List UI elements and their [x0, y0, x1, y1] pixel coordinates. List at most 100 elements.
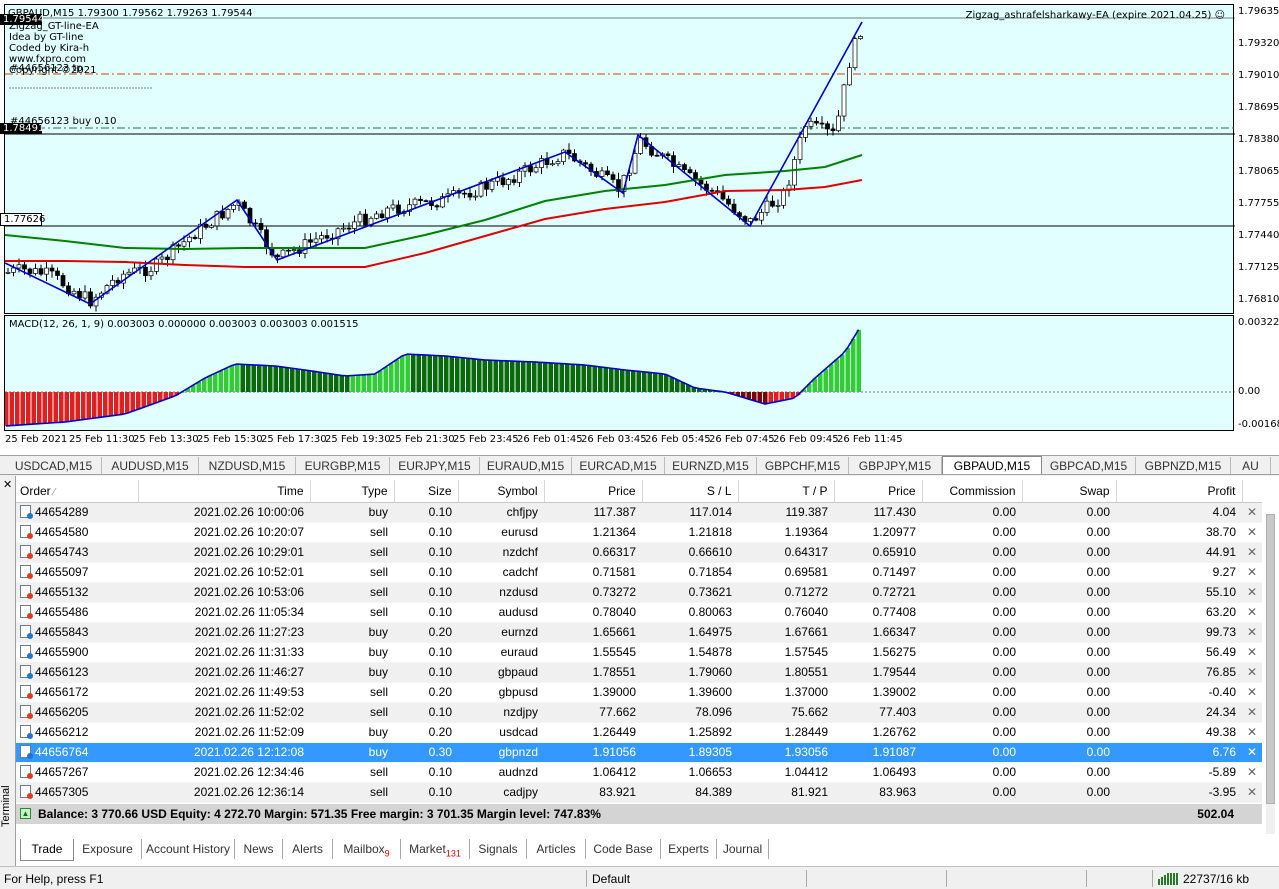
chart-tab-audusd-m15[interactable]: AUDUSD,M15: [102, 457, 199, 474]
table-row[interactable]: 44654289 2021.02.26 10:00:06 buy 0.10 chfjpy…: [16, 502, 1262, 523]
column-header[interactable]: Price: [834, 480, 923, 503]
table-scrollbar[interactable]: [1266, 514, 1275, 834]
cell-profit: 4.04: [1116, 502, 1242, 523]
cell-type: buy: [310, 502, 394, 523]
table-row[interactable]: 44655097 2021.02.26 10:52:01 sell 0.10 cadch…: [16, 562, 1262, 583]
scrollbar-thumb[interactable]: [1266, 514, 1275, 804]
terminal-tab-code-base[interactable]: Code Base: [586, 839, 661, 859]
terminal-tab-mailbox[interactable]: Mailbox9: [333, 839, 401, 859]
time-axis-label: 26 Feb 09:45: [773, 434, 839, 445]
chart-tab-gbpjpy-m15[interactable]: GBPJPY,M15: [849, 457, 942, 474]
close-order-icon[interactable]: ✕: [1242, 622, 1262, 643]
chart-tab-gbpcad-m15[interactable]: GBPCAD,M15: [1042, 457, 1136, 474]
ea-info-line: Idea by GT-line: [9, 32, 84, 43]
close-order-icon[interactable]: ✕: [1242, 602, 1262, 623]
table-row[interactable]: 44656123 2021.02.26 11:46:27 buy 0.10 gbpaud…: [16, 662, 1262, 683]
profile-name[interactable]: Default: [592, 872, 630, 886]
chart-tab-euraud-m15[interactable]: EURAUD,M15: [480, 457, 572, 474]
cell-tp: 1.57545: [738, 642, 834, 663]
macd-scale-zero: 0.00: [1238, 386, 1261, 397]
table-row[interactable]: 44657305 2021.02.26 12:36:14 sell 0.10 cadjp…: [16, 782, 1262, 803]
time-axis-label: 25 Feb 17:30: [261, 434, 327, 445]
table-row[interactable]: 44654743 2021.02.26 10:29:01 sell 0.10 nzdch…: [16, 542, 1262, 563]
chart-tab-eurgbp-m15[interactable]: EURGBP,M15: [296, 457, 390, 474]
column-header[interactable]: Commission: [922, 480, 1023, 503]
close-order-icon[interactable]: ✕: [1242, 682, 1262, 703]
close-order-icon[interactable]: ✕: [1242, 702, 1262, 723]
column-header[interactable]: Symbol: [458, 480, 545, 503]
column-header[interactable]: Size: [394, 480, 459, 503]
table-row[interactable]: 44656205 2021.02.26 11:52:02 sell 0.10 nzdjp…: [16, 702, 1262, 723]
column-header[interactable]: Swap: [1022, 480, 1117, 503]
cell-current-price: 1.39002: [834, 682, 922, 703]
chart-tab-gbpaud-m15[interactable]: GBPAUD,M15: [942, 456, 1042, 474]
chart-tab-gbpnzd-m15[interactable]: GBPNZD,M15: [1136, 457, 1231, 474]
column-header[interactable]: Type: [310, 480, 395, 503]
table-row[interactable]: 44656764 2021.02.26 12:12:08 buy 0.30 gbpnzd…: [16, 742, 1262, 763]
chart-tab-usdcad-m15[interactable]: USDCAD,M15: [6, 457, 102, 474]
table-row[interactable]: 44655900 2021.02.26 11:31:33 buy 0.10 euraud…: [16, 642, 1262, 663]
table-row[interactable]: 44657267 2021.02.26 12:34:46 sell 0.10 audnz…: [16, 762, 1262, 783]
chart-tab-nzdusd-m15[interactable]: NZDUSD,M15: [199, 457, 296, 474]
terminal-tab-trade[interactable]: Trade: [20, 839, 74, 861]
close-order-icon[interactable]: ✕: [1242, 742, 1262, 763]
close-order-icon[interactable]: ✕: [1242, 722, 1262, 743]
close-order-icon[interactable]: ✕: [1242, 562, 1262, 583]
close-icon[interactable]: ✕: [3, 478, 12, 491]
sell-order-icon: [20, 545, 33, 559]
close-order-icon[interactable]: ✕: [1242, 782, 1262, 803]
terminal-tab-news[interactable]: News: [235, 839, 283, 859]
table-row[interactable]: 44654580 2021.02.26 10:20:07 sell 0.10 eurus…: [16, 522, 1262, 543]
close-order-icon[interactable]: ✕: [1242, 662, 1262, 683]
chart-tabs-bar: USDCAD,M15 AUDUSD,M15 NZDUSD,M15 EURGBP,M15…: [0, 455, 1279, 475]
cell-size: 0.30: [394, 742, 458, 763]
terminal-tab-signals[interactable]: Signals: [470, 839, 527, 859]
status-bar: For Help, press F1 Default 22737/16 kb: [0, 866, 1279, 889]
close-order-icon[interactable]: ✕: [1242, 762, 1262, 783]
column-header[interactable]: Order ⁄: [16, 480, 139, 503]
close-order-icon[interactable]: ✕: [1242, 522, 1262, 543]
column-header[interactable]: Profit: [1116, 480, 1243, 503]
cell-size: 0.10: [394, 662, 458, 683]
sell-order-icon: [20, 705, 33, 719]
chart-tab-au[interactable]: AU: [1231, 457, 1271, 474]
price-scale[interactable]: 1.79635 1.79320 1.79010 1.78695 1.78380 1.780…: [1235, 4, 1279, 314]
table-row[interactable]: 44656172 2021.02.26 11:49:53 sell 0.20 gbpus…: [16, 682, 1262, 703]
terminal-tab-account-history[interactable]: Account History: [142, 839, 235, 859]
column-header[interactable]: S / L: [642, 480, 739, 503]
column-header[interactable]: Time: [138, 480, 311, 503]
terminal-tab-articles[interactable]: Articles: [527, 839, 586, 859]
chart-tab-eurcad-m15[interactable]: EURCAD,M15: [572, 457, 665, 474]
table-row[interactable]: 44656212 2021.02.26 11:52:09 buy 0.20 usdcad…: [16, 722, 1262, 743]
chart-tab-eurjpy-m15[interactable]: EURJPY,M15: [390, 457, 480, 474]
traffic-counter: 22737/16 kb: [1183, 872, 1250, 886]
cell-time: 2021.02.26 10:00:06: [138, 502, 310, 523]
terminal-tab-experts[interactable]: Experts: [661, 839, 717, 859]
cell-tp: 75.662: [738, 702, 834, 723]
close-order-icon[interactable]: ✕: [1242, 642, 1262, 663]
table-row[interactable]: 44655132 2021.02.26 10:53:06 sell 0.10 nzdus…: [16, 582, 1262, 603]
close-order-icon[interactable]: ✕: [1242, 502, 1262, 523]
terminal-tab-market[interactable]: Market131: [401, 839, 470, 859]
chart-tab-gbpchf-m15[interactable]: GBPCHF,M15: [757, 457, 849, 474]
terminal-tab-journal[interactable]: Journal: [717, 839, 769, 859]
order-cell: 44656764: [16, 742, 138, 763]
terminal-tab-alerts[interactable]: Alerts: [283, 839, 333, 859]
close-order-icon[interactable]: ✕: [1242, 542, 1262, 563]
buy-order-icon: [20, 665, 33, 679]
column-header[interactable]: Price: [544, 480, 643, 503]
table-row[interactable]: 44655843 2021.02.26 11:27:23 buy 0.20 eurnzd…: [16, 622, 1262, 643]
chart-tab-eurnzd-m15[interactable]: EURNZD,M15: [665, 457, 757, 474]
cell-open-price: 1.78551: [544, 662, 642, 683]
time-axis-label: 26 Feb 11:45: [837, 434, 903, 445]
cell-open-price: 77.662: [544, 702, 642, 723]
terminal-tab-exposure[interactable]: Exposure: [74, 839, 142, 859]
macd-subwindow[interactable]: MACD(12, 26, 1, 9) 0.003003 0.000000 0.0…: [4, 315, 1235, 431]
chart-window[interactable]: GBPAUD,M15 1.79300 1.79562 1.79263 1.795…: [0, 0, 1279, 455]
order-cell: 44657305: [16, 782, 138, 803]
cell-commission: 0.00: [922, 502, 1022, 523]
table-row[interactable]: 44655486 2021.02.26 11:05:34 sell 0.10 audus…: [16, 602, 1262, 623]
column-header[interactable]: T / P: [738, 480, 835, 503]
close-order-icon[interactable]: ✕: [1242, 582, 1262, 603]
price-chart[interactable]: GBPAUD,M15 1.79300 1.79562 1.79263 1.795…: [4, 4, 1235, 314]
